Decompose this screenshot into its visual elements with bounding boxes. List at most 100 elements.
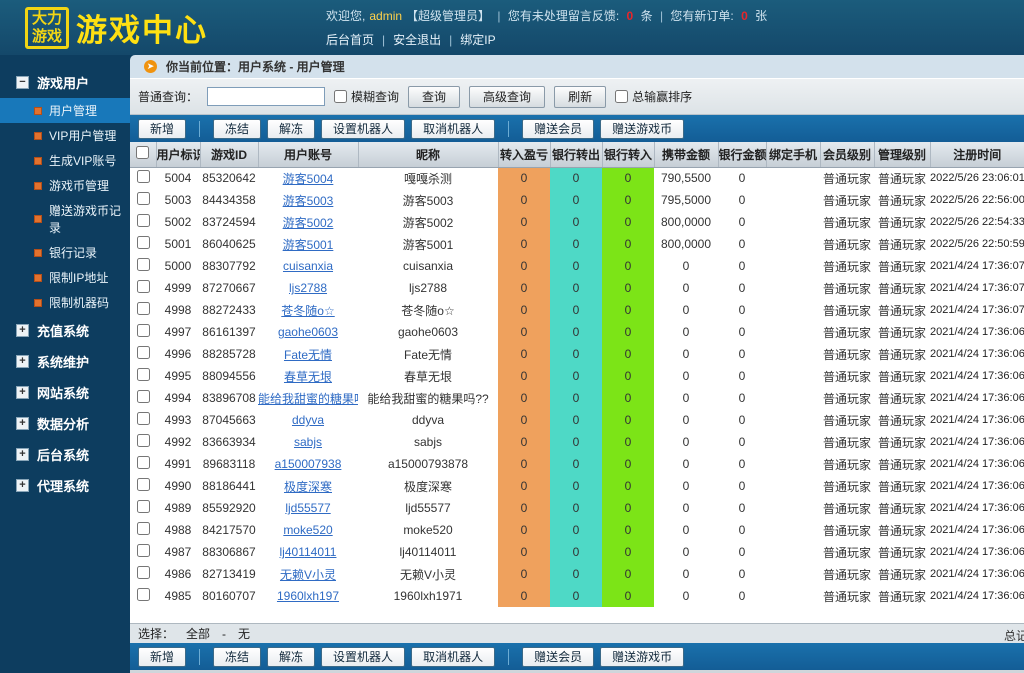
user-account-link[interactable]: a150007938: [275, 457, 342, 471]
user-account-link[interactable]: 游客5002: [283, 216, 334, 230]
toolbar-button[interactable]: 赠送会员: [522, 118, 595, 139]
row-checkbox[interactable]: [136, 522, 150, 535]
row-checkbox[interactable]: [136, 280, 150, 293]
sidebar-item[interactable]: 赠送游戏币记录: [0, 198, 130, 240]
column-header: 管理级别: [874, 142, 931, 168]
user-account-link[interactable]: 无赖V小灵: [280, 568, 336, 582]
refresh-button[interactable]: 刷新: [554, 85, 607, 108]
plus-icon[interactable]: +: [16, 448, 29, 461]
row-checkbox[interactable]: [136, 390, 150, 403]
sidebar-section[interactable]: + 数据分析: [0, 408, 130, 439]
row-checkbox[interactable]: [136, 412, 150, 425]
plus-icon[interactable]: +: [16, 324, 29, 337]
plus-icon[interactable]: +: [16, 479, 29, 492]
row-checkbox[interactable]: [136, 258, 150, 271]
user-account-link[interactable]: sabjs: [294, 435, 322, 449]
plus-icon[interactable]: +: [16, 355, 29, 368]
cell-transfer-profit: 0: [498, 387, 550, 409]
sidebar-section[interactable]: + 网站系统: [0, 377, 130, 408]
user-account-link[interactable]: ljs2788: [289, 281, 327, 295]
toolbar-button[interactable]: 取消机器人: [411, 646, 496, 667]
row-checkbox[interactable]: [136, 478, 150, 491]
user-account-link[interactable]: cuisanxia: [283, 259, 333, 273]
user-account-link[interactable]: 极度深寒: [284, 480, 332, 494]
sidebar-section[interactable]: − 游戏用户: [0, 67, 130, 98]
user-account-link[interactable]: 1960lxh197: [277, 589, 339, 603]
top-nav-link[interactable]: 绑定IP: [460, 31, 495, 48]
user-account-link[interactable]: lj40114011: [280, 545, 337, 559]
sidebar-section[interactable]: + 代理系统: [0, 470, 130, 501]
sidebar-section[interactable]: + 后台系统: [0, 439, 130, 470]
user-account-link[interactable]: gaohe0603: [278, 325, 338, 339]
nav-separator: |: [382, 32, 386, 47]
row-checkbox[interactable]: [136, 566, 150, 579]
minus-icon[interactable]: −: [16, 76, 29, 89]
toolbar-button[interactable]: 赠送游戏币: [600, 646, 685, 667]
row-checkbox[interactable]: [136, 192, 150, 205]
toolbar-button[interactable]: 解冻: [267, 646, 316, 667]
user-account-link[interactable]: ddyva: [292, 413, 324, 427]
plus-icon[interactable]: +: [16, 386, 29, 399]
select-all-link[interactable]: 全部: [186, 625, 210, 642]
sidebar-item[interactable]: 银行记录: [0, 240, 130, 265]
row-checkbox[interactable]: [136, 302, 150, 315]
toolbar-button[interactable]: 设置机器人: [321, 118, 406, 139]
cell-transfer-profit: 0: [498, 519, 550, 541]
cell-phone: [766, 497, 820, 519]
cell-bank-out: 0: [550, 563, 602, 585]
row-checkbox[interactable]: [136, 346, 150, 359]
user-account-link[interactable]: moke520: [283, 523, 332, 537]
query-button[interactable]: 查询: [408, 85, 461, 108]
user-account-link[interactable]: 游客5004: [283, 172, 334, 186]
user-account-link[interactable]: 春草无垠: [284, 370, 332, 384]
user-account-link[interactable]: Fate无情: [284, 348, 332, 362]
row-checkbox[interactable]: [136, 500, 150, 513]
toolbar-button[interactable]: 冻结: [213, 118, 262, 139]
advanced-query-button[interactable]: 高级查询: [469, 85, 546, 108]
toolbar-button[interactable]: 新增: [138, 646, 187, 667]
sort-checkbox[interactable]: [615, 90, 629, 103]
row-checkbox[interactable]: [136, 456, 150, 469]
toolbar-button[interactable]: 解冻: [267, 118, 316, 139]
sidebar-item[interactable]: 用户管理: [0, 98, 130, 123]
toolbar-button[interactable]: 冻结: [213, 646, 262, 667]
user-account-link[interactable]: ljd55577: [285, 501, 330, 515]
toolbar-button[interactable]: 取消机器人: [411, 118, 496, 139]
cell-bank-in: 0: [602, 277, 654, 299]
row-checkbox[interactable]: [136, 588, 150, 601]
cell-game-id: 89683118: [202, 457, 256, 471]
sidebar-item[interactable]: 生成VIP账号: [0, 148, 130, 173]
sidebar-item[interactable]: VIP用户管理: [0, 123, 130, 148]
sidebar-item[interactable]: 限制IP地址: [0, 265, 130, 290]
fuzzy-checkbox[interactable]: [334, 90, 348, 103]
user-account-link[interactable]: 游客5003: [283, 194, 334, 208]
sidebar-section[interactable]: + 充值系统: [0, 315, 130, 346]
row-checkbox[interactable]: [136, 544, 150, 557]
toolbar-button[interactable]: 赠送游戏币: [600, 118, 685, 139]
sidebar-item[interactable]: 限制机器码: [0, 290, 130, 315]
toolbar-button[interactable]: 设置机器人: [321, 646, 406, 667]
toolbar-button[interactable]: 新增: [138, 118, 187, 139]
cell-account: 游客5002: [258, 211, 358, 233]
plus-icon[interactable]: +: [16, 417, 29, 430]
user-account-link[interactable]: 能给我甜蜜的糖果吗?: [258, 392, 358, 406]
toolbar-button[interactable]: 赠送会员: [522, 646, 595, 667]
top-nav-link[interactable]: 后台首页: [326, 31, 374, 48]
row-checkbox[interactable]: [136, 236, 150, 249]
cell-user-id: 5002: [164, 215, 192, 229]
row-checkbox[interactable]: [136, 170, 150, 184]
cell-bank-amount: 0: [738, 435, 746, 449]
sidebar-item[interactable]: 游戏币管理: [0, 173, 130, 198]
row-checkbox[interactable]: [136, 324, 150, 337]
select-none-link[interactable]: 无: [238, 625, 250, 642]
user-account-link[interactable]: 苍冬随o☆: [281, 304, 334, 318]
row-checkbox[interactable]: [136, 368, 150, 381]
select-all-checkbox[interactable]: [136, 146, 150, 160]
user-account-link[interactable]: 游客5001: [283, 238, 334, 252]
top-nav-link[interactable]: 安全退出: [393, 31, 441, 48]
row-checkbox-cell: [130, 563, 156, 585]
sidebar-section[interactable]: + 系统维护: [0, 346, 130, 377]
row-checkbox[interactable]: [136, 434, 150, 447]
row-checkbox[interactable]: [136, 214, 150, 227]
search-input[interactable]: [207, 87, 326, 106]
